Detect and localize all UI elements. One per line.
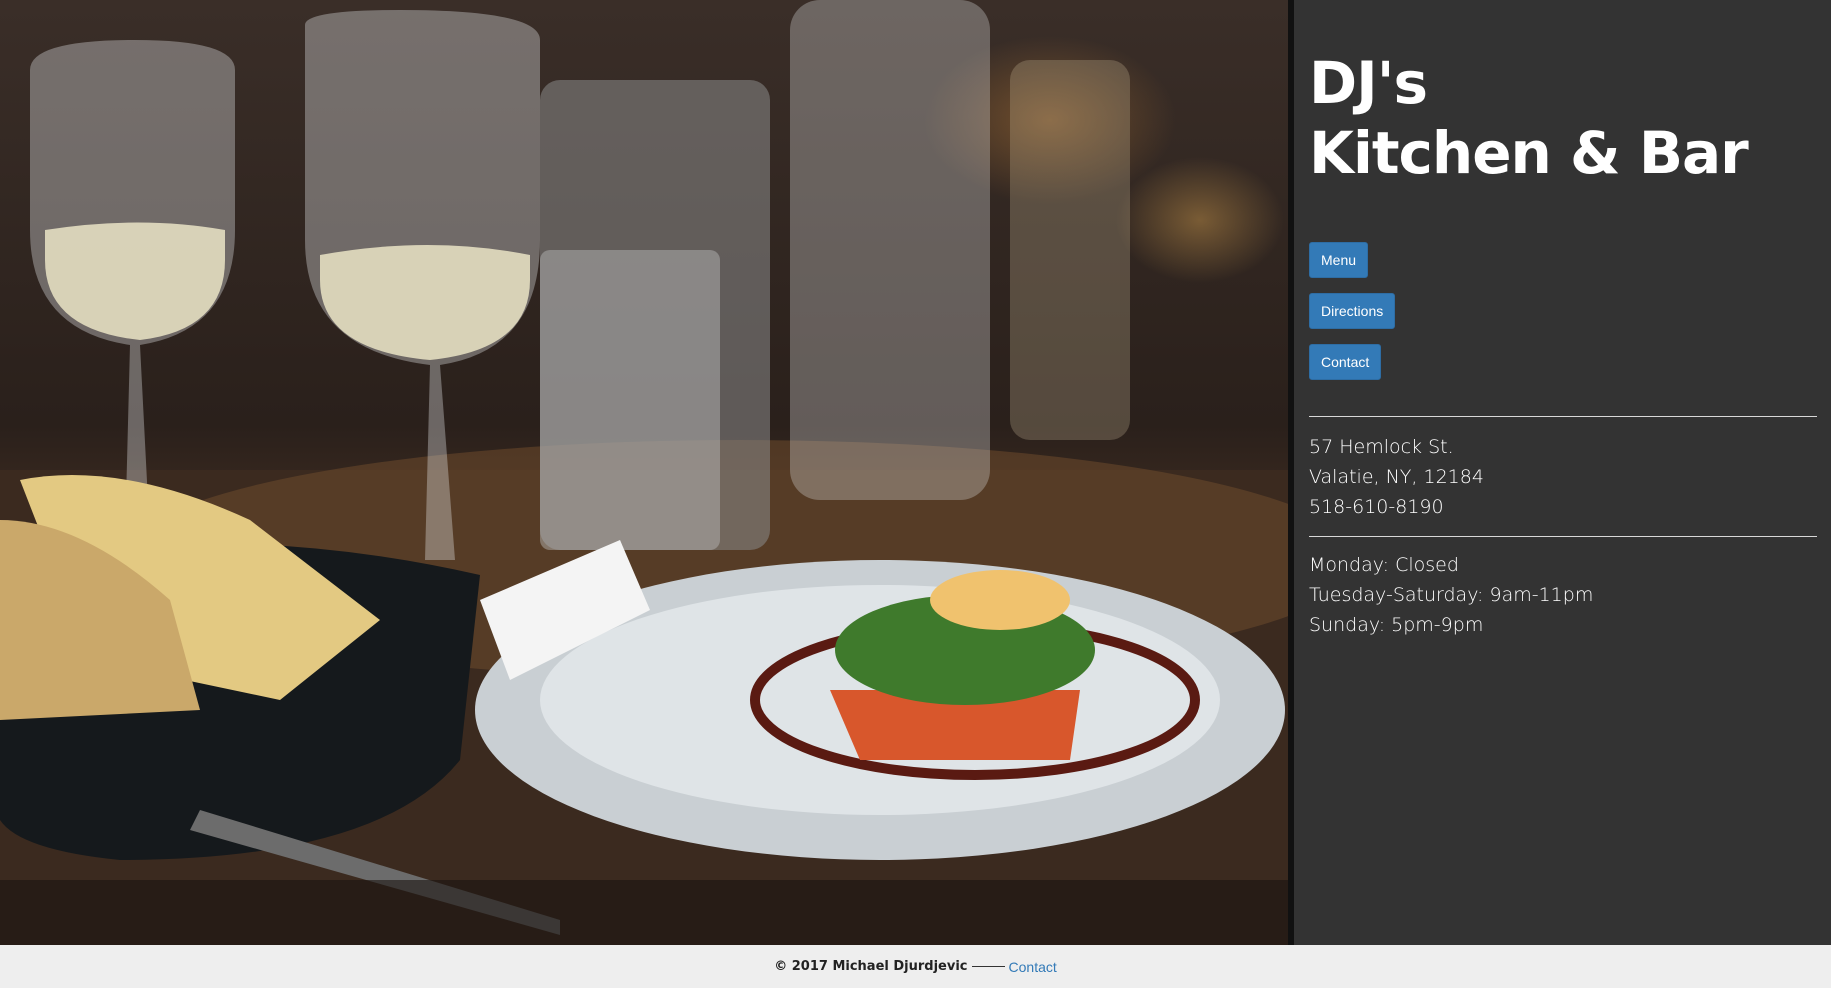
nav-buttons: Menu Directions Contact: [1309, 242, 1396, 395]
footer-copyright: © 2017 Michael Djurdjevic: [774, 959, 968, 974]
footer: © 2017 Michael Djurdjevic Contact: [0, 945, 1831, 988]
site-title-line1: DJ's: [1309, 49, 1428, 117]
contact-button[interactable]: Contact: [1309, 344, 1382, 380]
hours-block: Monday: Closed Tuesday-Saturday: 9am-11p…: [1309, 550, 1593, 640]
hero-restaurant-photo: [0, 0, 1288, 945]
hours-monday: Monday: Closed: [1309, 554, 1459, 576]
hours-tue-sat: Tuesday-Saturday: 9am-11pm: [1309, 584, 1594, 606]
menu-button[interactable]: Menu: [1309, 242, 1369, 278]
address-city: Valatie, NY, 12184: [1309, 466, 1484, 488]
site-title: DJ's Kitchen & Bar: [1309, 48, 1749, 188]
footer-contact-link[interactable]: Contact: [1009, 959, 1057, 975]
divider-middle: [1309, 536, 1817, 537]
directions-button[interactable]: Directions: [1309, 293, 1396, 329]
address-phone: 518-610-8190: [1309, 496, 1444, 518]
address-block: 57 Hemlock St. Valatie, NY, 12184 518-61…: [1309, 432, 1484, 522]
hours-sunday: Sunday: 5pm-9pm: [1309, 614, 1484, 636]
site-title-line2: Kitchen & Bar: [1309, 119, 1749, 187]
footer-dash: [971, 966, 1005, 967]
address-street: 57 Hemlock St.: [1309, 436, 1454, 458]
divider-top: [1309, 416, 1817, 417]
info-sidebar: DJ's Kitchen & Bar Menu Directions Conta…: [1294, 0, 1831, 945]
